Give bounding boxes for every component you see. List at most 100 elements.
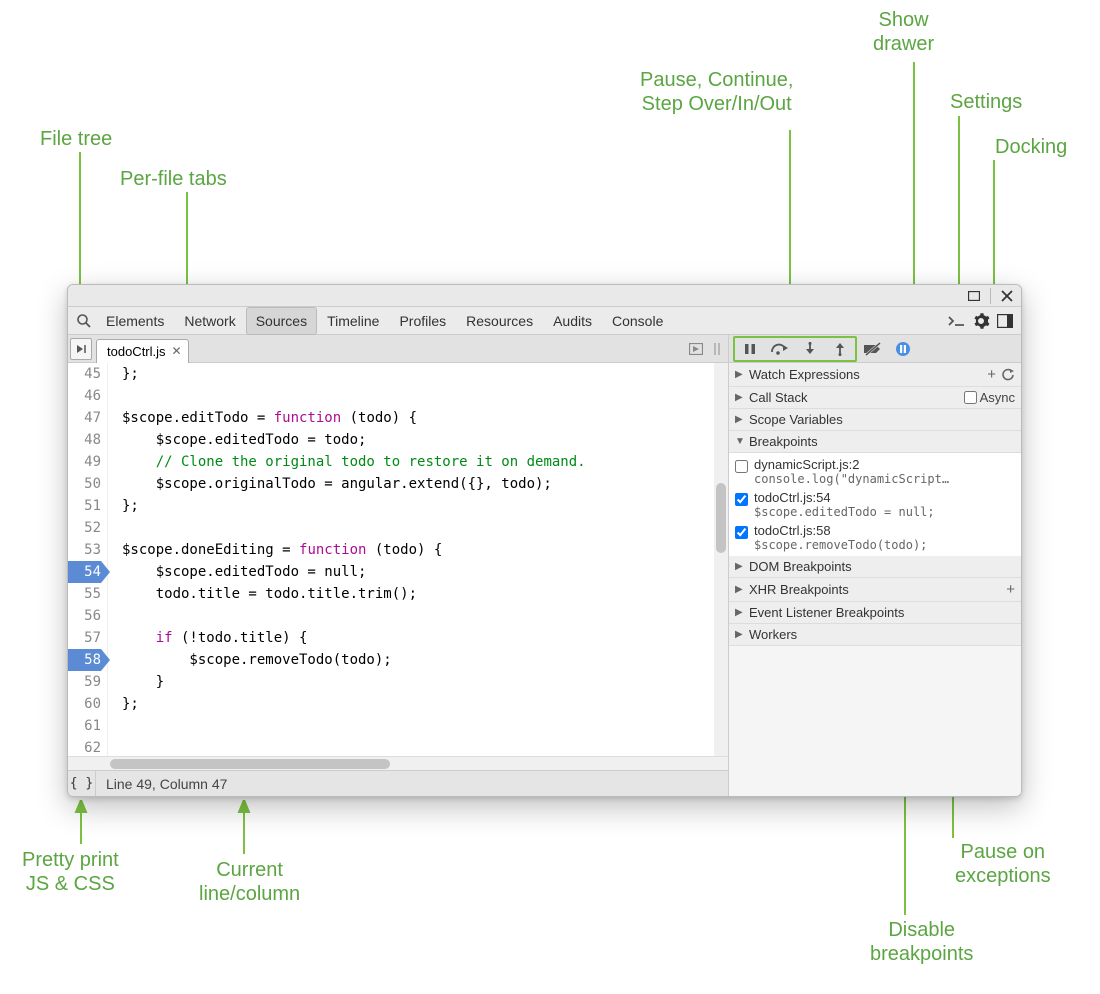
breakpoint-item[interactable]: todoCtrl.js:54$scope.editedTodo = null;: [729, 488, 1021, 521]
show-drawer-icon[interactable]: [945, 309, 969, 333]
vertical-scrollbar-thumb[interactable]: [716, 483, 726, 553]
tab-sources[interactable]: Sources: [246, 307, 317, 335]
expand-icon: ▶: [735, 414, 745, 425]
horizontal-scrollbar-thumb[interactable]: [110, 759, 390, 769]
tab-profiles[interactable]: Profiles: [389, 307, 456, 335]
annotation-pause-on-exceptions: Pause on exceptions: [955, 840, 1051, 888]
expand-icon: ▶: [735, 392, 745, 403]
breakpoint-code: $scope.editedTodo = null;: [754, 505, 935, 519]
file-tab-label: todoCtrl.js: [107, 344, 166, 359]
pane-label: Call Stack: [749, 390, 808, 405]
add-xhr-bp-icon[interactable]: +: [1006, 581, 1015, 598]
source-panel: todoCtrl.js ✕ 45464748495051525354555657…: [68, 335, 729, 796]
source-play-icon[interactable]: [686, 337, 706, 361]
titlebar-divider: [990, 288, 991, 304]
annotation-file-tree: File tree: [40, 127, 112, 151]
breakpoint-list: dynamicScript.js:2console.log("dynamicSc…: [729, 453, 1021, 556]
breakpoint-location: todoCtrl.js:58: [754, 523, 927, 538]
file-tab-todoctrl[interactable]: todoCtrl.js ✕: [96, 339, 189, 363]
tab-timeline[interactable]: Timeline: [317, 307, 389, 335]
expand-icon: ▶: [735, 607, 745, 618]
pane-label: DOM Breakpoints: [749, 559, 852, 574]
tab-elements[interactable]: Elements: [96, 307, 174, 335]
annotation-docking: Docking: [995, 135, 1067, 159]
code-lines: };$scope.editTodo = function (todo) { $s…: [108, 363, 728, 756]
breakpoint-checkbox[interactable]: [735, 526, 748, 539]
pane-xhr-breakpoints[interactable]: ▶ XHR Breakpoints +: [729, 578, 1021, 602]
pane-label: Watch Expressions: [749, 367, 860, 382]
annotation-disable-breakpoints: Disable breakpoints: [870, 918, 973, 966]
breakpoint-location: dynamicScript.js:2: [754, 457, 949, 472]
breakpoint-checkbox[interactable]: [735, 493, 748, 506]
pane-call-stack[interactable]: ▶ Call Stack Async: [729, 387, 1021, 409]
debug-toolbar: [729, 335, 1021, 363]
pane-label: Workers: [749, 627, 797, 642]
step-into-button[interactable]: [796, 339, 824, 359]
step-out-button[interactable]: [826, 339, 854, 359]
horizontal-scrollbar[interactable]: [68, 756, 728, 770]
tab-audits[interactable]: Audits: [543, 307, 602, 335]
expand-icon: ▶: [735, 584, 745, 595]
async-checkbox-label[interactable]: Async: [964, 390, 1015, 405]
devtools-window: Elements Network Sources Timeline Profil…: [67, 284, 1022, 797]
expand-icon: ▶: [735, 369, 745, 380]
pane-label: XHR Breakpoints: [749, 582, 849, 597]
search-icon[interactable]: [72, 309, 96, 333]
pane-scope-variables[interactable]: ▶ Scope Variables: [729, 409, 1021, 431]
pane-dom-breakpoints[interactable]: ▶ DOM Breakpoints: [729, 556, 1021, 578]
breakpoint-item[interactable]: dynamicScript.js:2console.log("dynamicSc…: [729, 455, 1021, 488]
annotation-settings: Settings: [950, 90, 1022, 114]
pane-label: Event Listener Breakpoints: [749, 605, 904, 620]
docking-icon[interactable]: [993, 309, 1017, 333]
annotation-per-file-tabs: Per-file tabs: [120, 167, 227, 191]
pause-on-exceptions-button[interactable]: [889, 339, 917, 359]
debug-step-group-highlight: [733, 336, 857, 362]
breakpoint-checkbox[interactable]: [735, 460, 748, 473]
maximize-icon[interactable]: [966, 289, 982, 303]
step-over-button[interactable]: [766, 339, 794, 359]
pane-label: Scope Variables: [749, 412, 843, 427]
breakpoint-code: $scope.removeTodo(todo);: [754, 538, 927, 552]
file-tab-bar: todoCtrl.js ✕: [68, 335, 728, 363]
breakpoint-item[interactable]: todoCtrl.js:58$scope.removeTodo(todo);: [729, 521, 1021, 554]
close-icon[interactable]: [999, 289, 1015, 303]
pane-event-listener-breakpoints[interactable]: ▶ Event Listener Breakpoints: [729, 602, 1021, 624]
pane-workers[interactable]: ▶ Workers: [729, 624, 1021, 646]
status-bar: { } Line 49, Column 47: [68, 770, 728, 796]
collapse-icon: ▼: [735, 436, 745, 447]
annotation-current-line-col: Current line/column: [199, 858, 300, 906]
async-checkbox[interactable]: [964, 391, 977, 404]
pretty-print-button[interactable]: { }: [68, 771, 96, 797]
window-titlebar: [68, 285, 1021, 307]
disable-breakpoints-button[interactable]: [859, 339, 887, 359]
breakpoint-code: console.log("dynamicScript…: [754, 472, 949, 486]
annotation-show-drawer: Show drawer: [873, 8, 934, 56]
cursor-position-text: Line 49, Column 47: [96, 776, 227, 792]
annotation-pretty-print: Pretty print JS & CSS: [22, 848, 119, 896]
close-tab-icon[interactable]: ✕: [172, 344, 182, 358]
code-editor[interactable]: 454647484950515253545556575859606162 };$…: [68, 363, 728, 756]
refresh-icon[interactable]: [1002, 368, 1015, 381]
main-toolbar: Elements Network Sources Timeline Profil…: [68, 307, 1021, 335]
source-divider-icon[interactable]: [710, 337, 724, 361]
vertical-scrollbar[interactable]: [714, 363, 728, 756]
breakpoint-location: todoCtrl.js:54: [754, 490, 935, 505]
annotation-pause-continue-step: Pause, Continue, Step Over/In/Out: [640, 68, 793, 116]
pane-watch-expressions[interactable]: ▶ Watch Expressions +: [729, 363, 1021, 387]
tab-console[interactable]: Console: [602, 307, 673, 335]
file-tree-toggle-button[interactable]: [70, 338, 92, 360]
pane-label: Breakpoints: [749, 434, 818, 449]
async-label: Async: [980, 390, 1015, 405]
tab-network[interactable]: Network: [174, 307, 245, 335]
content-area: todoCtrl.js ✕ 45464748495051525354555657…: [68, 335, 1021, 796]
line-gutter: 454647484950515253545556575859606162: [68, 363, 108, 756]
pane-breakpoints[interactable]: ▼ Breakpoints: [729, 431, 1021, 453]
add-watch-icon[interactable]: +: [987, 366, 996, 383]
tab-resources[interactable]: Resources: [456, 307, 543, 335]
expand-icon: ▶: [735, 629, 745, 640]
debugger-sidebar: ▶ Watch Expressions + ▶ Call Stack Async: [729, 335, 1021, 796]
panel-tabs: Elements Network Sources Timeline Profil…: [96, 307, 945, 335]
settings-icon[interactable]: [969, 309, 993, 333]
expand-icon: ▶: [735, 561, 745, 572]
pause-button[interactable]: [736, 339, 764, 359]
